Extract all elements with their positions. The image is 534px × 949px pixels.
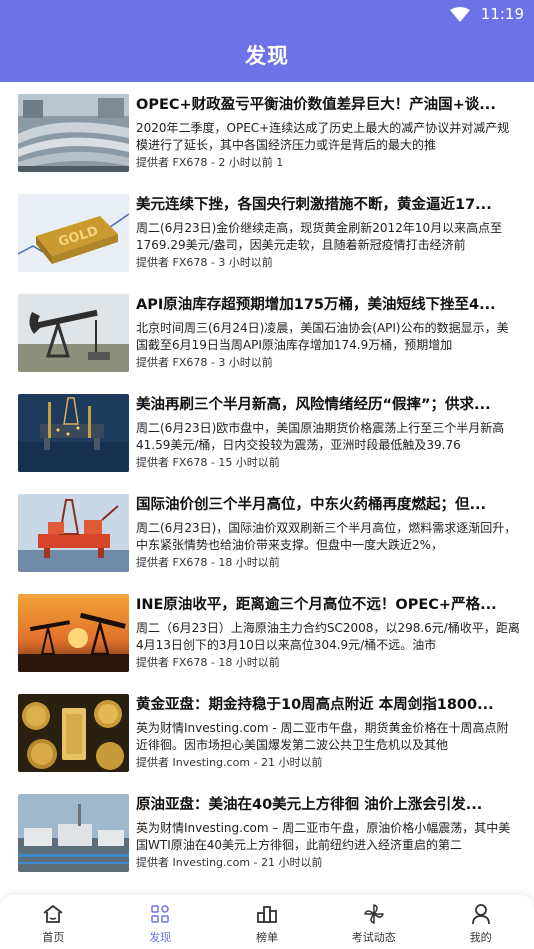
nav-label-home: 首页 xyxy=(42,931,65,944)
home-icon xyxy=(0,903,107,925)
news-item[interactable]: 原油亚盘：美油在40美元上方徘徊 油价上涨会引发... 英为财情Investin… xyxy=(0,782,534,882)
discover-icon xyxy=(107,903,214,925)
news-item[interactable]: 国际油价创三个半月高位，中东火药桶再度燃起；但... 周二(6月23日)，国际油… xyxy=(0,482,534,582)
news-meta: 提供者 FX678 - 2 小时以前 1 xyxy=(136,156,284,169)
profile-icon xyxy=(427,903,534,925)
news-item[interactable]: INE原油收平，距离逾三个月高位不远！OPEC+严格... 周二（6月23日）上… xyxy=(0,582,534,682)
news-thumbnail-gold-bar: GOLD xyxy=(18,194,129,272)
nav-item-ranking[interactable]: 榜单 xyxy=(214,895,321,949)
ranking-icon xyxy=(214,903,321,925)
news-thumbnail-offshore-rig-day xyxy=(18,494,129,572)
news-headline[interactable]: 美油再刷三个半月新高，风险情绪经历“假摔”；供求... xyxy=(136,395,520,417)
news-meta: 提供者 FX678 - 3 小时以前 xyxy=(136,256,273,269)
news-thumbnail-offshore-rig-night xyxy=(18,394,129,472)
news-headline[interactable]: INE原油收平，距离逾三个月高位不远！OPEC+严格... xyxy=(136,595,520,617)
news-thumbnail-pumpjack xyxy=(18,294,129,372)
news-meta: 提供者 Investing.com - 21 小时以前 xyxy=(136,756,323,769)
news-item[interactable]: 美油再刷三个半月新高，风险情绪经历“假摔”；供求... 周二(6月23日)欧市盘… xyxy=(0,382,534,482)
news-headline[interactable]: 美元连续下挫，各国央行刺激措施不断，黄金逼近17... xyxy=(136,195,520,217)
nav-item-discover[interactable]: 发现 xyxy=(107,895,214,949)
news-headline[interactable]: 国际油价创三个半月高位，中东火药桶再度燃起；但... xyxy=(136,495,520,517)
news-headline[interactable]: 原油亚盘：美油在40美元上方徘徊 油价上涨会引发... xyxy=(136,795,520,817)
news-summary: 英为财情Investing.com - 周二亚市午盘，期货黄金价格在十周高点附近… xyxy=(136,721,509,752)
news-summary: 周二(6月23日)金价继续走高，现货黄金刷新2012年10月以来高点至1769.… xyxy=(136,221,503,252)
news-thumbnail-pumpjack-sunset xyxy=(18,594,129,672)
news-item[interactable]: OPEC+财政盈亏平衡油价数值差异巨大！产油国+谈... 2020年二季度，OP… xyxy=(0,82,534,182)
news-feed[interactable]: OPEC+财政盈亏平衡油价数值差异巨大！产油国+谈... 2020年二季度，OP… xyxy=(0,82,534,895)
wifi-icon xyxy=(450,7,470,27)
nav-item-exam-news[interactable]: 考试动态 xyxy=(320,895,427,949)
news-summary: 周二(6月23日)，国际油价双双刷新三个半月高位，燃料需求逐渐回升，中东紧张情势… xyxy=(136,521,517,552)
news-meta: 提供者 FX678 - 18 小时以前 xyxy=(136,656,280,669)
news-headline[interactable]: 黄金亚盘：期金持稳于10周高点附近 本周剑指1800... xyxy=(136,695,520,717)
news-meta: 提供者 FX678 - 15 小时以前 xyxy=(136,456,280,469)
pinwheel-icon xyxy=(320,903,427,925)
status-bar: 11:19 xyxy=(0,0,534,30)
news-thumbnail-gold-coins xyxy=(18,694,129,772)
nav-label-ranking: 榜单 xyxy=(255,931,278,944)
news-item[interactable]: GOLD 美元连续下挫，各国央行刺激措施不断，黄金逼近17... 周二(6月23… xyxy=(0,182,534,282)
news-summary: 英为财情Investing.com – 周二亚市午盘，原油价格小幅震荡，其中美国… xyxy=(136,821,511,852)
news-summary: 周二（6月23日）上海原油主力合约SC2008，以298.6元/桶收平，距离4月… xyxy=(136,621,520,652)
news-headline[interactable]: OPEC+财政盈亏平衡油价数值差异巨大！产油国+谈... xyxy=(136,95,520,117)
bottom-navigation: 首页 发现 榜单 考试动态 我的 xyxy=(0,895,534,949)
news-thumbnail-refinery-pipes xyxy=(18,94,129,172)
news-headline[interactable]: API原油库存超预期增加175万桶，美油短线下挫至4... xyxy=(136,295,520,317)
news-meta: 提供者 Investing.com - 21 小时以前 xyxy=(136,856,323,869)
page-title: 发现 xyxy=(245,44,289,68)
news-meta: 提供者 FX678 - 3 小时以前 xyxy=(136,356,273,369)
nav-item-profile[interactable]: 我的 xyxy=(427,895,534,949)
app-bar: 发现 xyxy=(0,30,534,82)
nav-label-discover: 发现 xyxy=(149,931,172,944)
news-summary: 北京时间周三(6月24日)凌晨，美国石油协会(API)公布的数据显示，美国截至6… xyxy=(136,321,509,352)
nav-item-home[interactable]: 首页 xyxy=(0,895,107,949)
news-meta: 提供者 FX678 - 18 小时以前 xyxy=(136,556,280,569)
nav-label-exam-news: 考试动态 xyxy=(351,931,396,944)
news-summary: 周二(6月23日)欧市盘中，美国原油期货价格震荡上行至三个半月新高41.59美元… xyxy=(136,421,505,452)
news-item[interactable]: API原油库存超预期增加175万桶，美油短线下挫至4... 北京时间周三(6月2… xyxy=(0,282,534,382)
news-thumbnail-oil-tanks xyxy=(18,794,129,872)
nav-label-profile: 我的 xyxy=(469,931,492,944)
status-time: 11:19 xyxy=(480,5,524,23)
news-item[interactable]: 黄金亚盘：期金持稳于10周高点附近 本周剑指1800... 英为财情Invest… xyxy=(0,682,534,782)
news-summary: 2020年二季度，OPEC+连续达成了历史上最大的减产协议并对减产规模进行了延长… xyxy=(136,121,510,152)
